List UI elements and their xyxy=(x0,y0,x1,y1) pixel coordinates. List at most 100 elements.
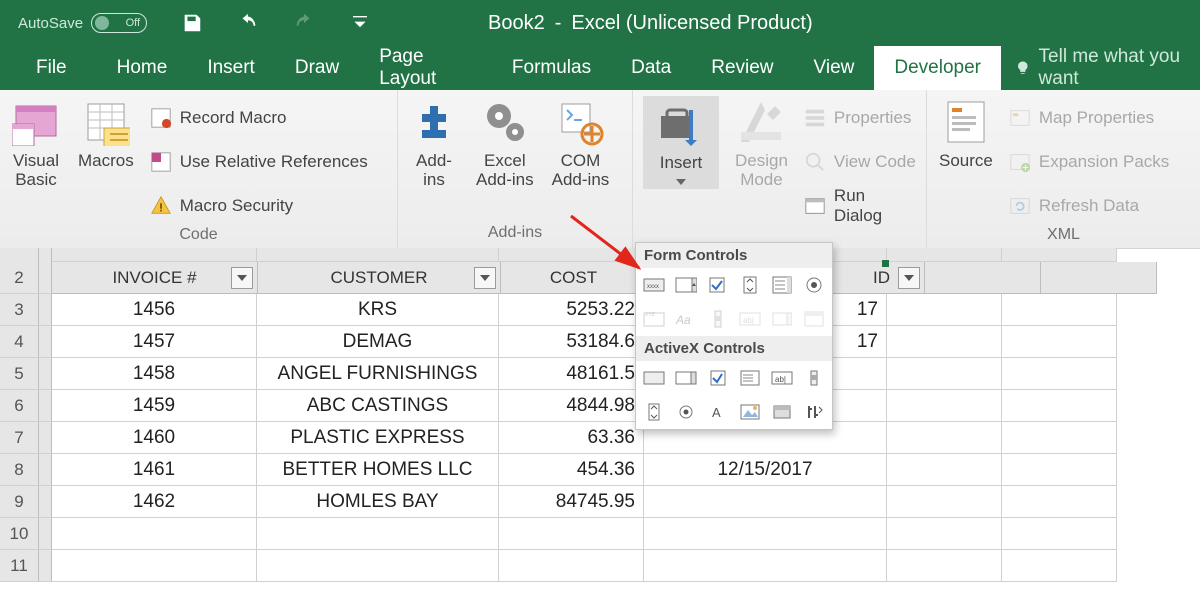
autosave-toggle[interactable]: AutoSave Off xyxy=(18,13,147,33)
cell[interactable] xyxy=(887,550,1002,582)
cell[interactable]: 1459 xyxy=(52,390,257,422)
addins-button[interactable]: Add- ins xyxy=(408,96,460,191)
tab-insert[interactable]: Insert xyxy=(187,46,275,90)
row-header[interactable]: 6 xyxy=(0,390,39,422)
cell[interactable] xyxy=(887,422,1002,454)
cell[interactable] xyxy=(887,486,1002,518)
tab-review[interactable]: Review xyxy=(691,46,793,90)
cell[interactable] xyxy=(887,390,1002,422)
cell[interactable] xyxy=(887,326,1002,358)
tab-draw[interactable]: Draw xyxy=(275,46,359,90)
cell[interactable] xyxy=(257,550,499,582)
table-row[interactable]: 11 xyxy=(0,550,1200,582)
column-header[interactable] xyxy=(925,262,1041,294)
form-spinner-icon[interactable] xyxy=(738,274,762,296)
tab-formulas[interactable]: Formulas xyxy=(492,46,611,90)
table-row[interactable]: 2INVOICE #CUSTOMERCOSTID xyxy=(0,262,1200,294)
cell[interactable]: 1461 xyxy=(52,454,257,486)
cell[interactable]: 1462 xyxy=(52,486,257,518)
cell[interactable] xyxy=(1002,422,1117,454)
ax-morecontrols-icon[interactable] xyxy=(802,401,826,423)
cell[interactable] xyxy=(1002,326,1117,358)
ax-commandbutton-icon[interactable] xyxy=(642,367,666,389)
cell[interactable]: BETTER HOMES LLC xyxy=(257,454,499,486)
undo-icon[interactable] xyxy=(237,12,259,34)
column-header[interactable]: CUSTOMER xyxy=(258,262,501,294)
design-mode-button[interactable]: Design Mode xyxy=(733,96,790,191)
table-row[interactable]: 41457DEMAG53184.617 xyxy=(0,326,1200,358)
cell[interactable]: 63.36 xyxy=(499,422,644,454)
autosave-switch[interactable]: Off xyxy=(91,13,147,33)
cell[interactable] xyxy=(1002,518,1117,550)
cell[interactable] xyxy=(644,486,887,518)
form-checkbox-icon[interactable] xyxy=(706,274,730,296)
ax-combobox-icon[interactable] xyxy=(674,367,698,389)
cell[interactable]: DEMAG xyxy=(257,326,499,358)
table-row[interactable]: 31456KRS5253.2217 xyxy=(0,294,1200,326)
cell[interactable]: 48161.5 xyxy=(499,358,644,390)
cell[interactable]: ANGEL FURNISHINGS xyxy=(257,358,499,390)
cell[interactable]: PLASTIC EXPRESS xyxy=(257,422,499,454)
cell[interactable] xyxy=(257,518,499,550)
cell[interactable]: ABC CASTINGS xyxy=(257,390,499,422)
view-code-button[interactable]: View Code xyxy=(804,146,916,178)
run-dialog-button[interactable]: Run Dialog xyxy=(804,190,916,222)
cell[interactable]: 1460 xyxy=(52,422,257,454)
cell[interactable] xyxy=(887,294,1002,326)
cell[interactable] xyxy=(52,518,257,550)
cell[interactable] xyxy=(887,454,1002,486)
cell[interactable] xyxy=(887,358,1002,390)
use-relative-references-button[interactable]: Use Relative References xyxy=(150,146,368,178)
table-row[interactable]: 71460PLASTIC EXPRESS63.36 xyxy=(0,422,1200,454)
cell[interactable] xyxy=(1002,454,1117,486)
form-button-icon[interactable]: xxxx xyxy=(642,274,666,296)
filter-dropdown-icon[interactable] xyxy=(474,267,496,289)
cell[interactable]: HOMLES BAY xyxy=(257,486,499,518)
row-header[interactable]: 4 xyxy=(0,326,39,358)
tab-home[interactable]: Home xyxy=(97,46,188,90)
tab-view[interactable]: View xyxy=(794,46,875,90)
tab-data[interactable]: Data xyxy=(611,46,691,90)
row-header[interactable]: 11 xyxy=(0,550,39,582)
cell[interactable]: 1457 xyxy=(52,326,257,358)
ax-label-icon[interactable]: A xyxy=(706,401,730,423)
row-header[interactable]: 9 xyxy=(0,486,39,518)
cell[interactable] xyxy=(644,518,887,550)
filter-dropdown-icon[interactable] xyxy=(231,267,253,289)
form-optionbutton-icon[interactable] xyxy=(802,274,826,296)
cell[interactable] xyxy=(1002,390,1117,422)
tab-developer[interactable]: Developer xyxy=(874,46,1001,90)
ax-scrollbar-icon[interactable] xyxy=(802,367,826,389)
com-addins-button[interactable]: COM Add-ins xyxy=(550,96,612,191)
macro-security-button[interactable]: Macro Security xyxy=(150,190,368,222)
cell[interactable] xyxy=(644,550,887,582)
cell[interactable]: 1456 xyxy=(52,294,257,326)
worksheet-grid[interactable]: 2INVOICE #CUSTOMERCOSTID31456KRS5253.221… xyxy=(0,248,1200,597)
source-button[interactable]: Source xyxy=(937,96,995,173)
filter-dropdown-icon[interactable] xyxy=(898,267,920,289)
cell[interactable] xyxy=(52,550,257,582)
save-icon[interactable] xyxy=(181,12,203,34)
column-header[interactable]: INVOICE # xyxy=(52,262,258,294)
cell[interactable]: 5253.22 xyxy=(499,294,644,326)
qat-customize-icon[interactable] xyxy=(349,12,371,34)
ax-spinbutton-icon[interactable] xyxy=(642,401,666,423)
tell-me-search[interactable]: Tell me what you want xyxy=(1001,46,1200,90)
tab-page-layout[interactable]: Page Layout xyxy=(359,46,492,90)
table-row[interactable]: 51458ANGEL FURNISHINGS48161.5 xyxy=(0,358,1200,390)
ax-togglebutton-icon[interactable] xyxy=(770,401,794,423)
cell[interactable]: 12/15/2017 xyxy=(644,454,887,486)
macros-button[interactable]: Macros xyxy=(76,96,136,173)
ax-listbox-icon[interactable] xyxy=(738,367,762,389)
table-row[interactable]: 81461BETTER HOMES LLC454.3612/15/2017 xyxy=(0,454,1200,486)
cell[interactable]: 4844.98 xyxy=(499,390,644,422)
cell[interactable] xyxy=(1002,358,1117,390)
cell[interactable]: 53184.6 xyxy=(499,326,644,358)
ax-checkbox-icon[interactable] xyxy=(706,367,730,389)
row-header[interactable]: 8 xyxy=(0,454,39,486)
ax-image-icon[interactable] xyxy=(738,401,762,423)
record-macro-button[interactable]: Record Macro xyxy=(150,102,368,134)
row-header[interactable]: 10 xyxy=(0,518,39,550)
cell[interactable] xyxy=(887,518,1002,550)
column-header[interactable] xyxy=(1041,262,1157,294)
